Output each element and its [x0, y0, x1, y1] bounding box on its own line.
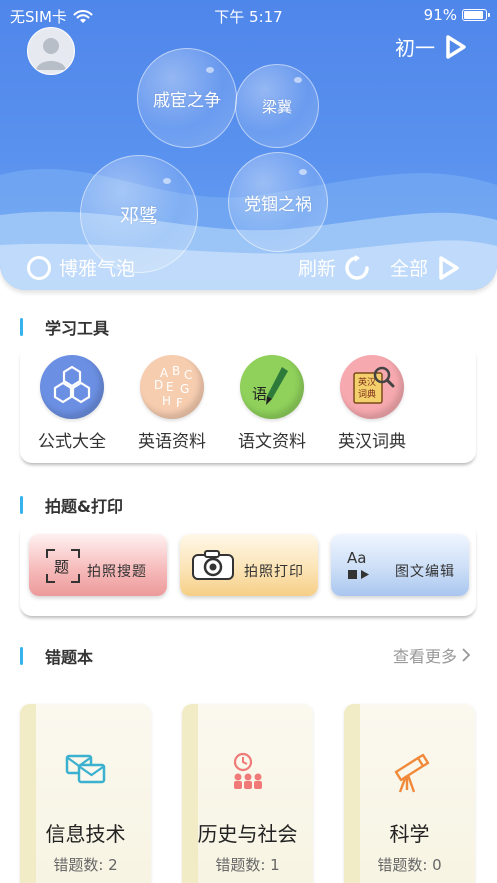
- photo-print-button[interactable]: 拍照打印: [180, 534, 318, 596]
- svg-text:F: F: [176, 396, 183, 410]
- status-bar: 无SIM卡 下午 5:17 91%: [0, 0, 497, 30]
- image-text-edit-button[interactable]: Aa 图文编辑: [331, 534, 469, 596]
- section-accent-bar: [20, 496, 23, 514]
- tool-dictionary[interactable]: 英汉 词典 英汉词典: [327, 355, 417, 452]
- photo-label: 拍照搜题: [87, 564, 147, 580]
- view-more-link[interactable]: 查看更多: [393, 643, 471, 667]
- bubble-toolbar: 博雅气泡 刷新 全部: [0, 250, 497, 284]
- clock: 下午 5:17: [214, 8, 283, 26]
- clock-people-icon: [182, 752, 313, 796]
- book-name: 信息技术: [45, 822, 126, 846]
- svg-text:语: 语: [252, 385, 267, 403]
- svg-text:D: D: [154, 378, 163, 392]
- brush-chinese-icon: 语: [240, 355, 304, 419]
- tool-chinese[interactable]: 语 语文资料: [227, 355, 317, 452]
- wrong-book-info-tech[interactable]: 信息技术 错题数: 2: [20, 704, 151, 883]
- tool-label: 英汉词典: [338, 432, 406, 452]
- svg-text:E: E: [166, 380, 174, 394]
- letters-english-icon: ABC DEG HF: [140, 355, 204, 419]
- section-title-photo: 拍题&打印: [20, 493, 123, 517]
- hexagon-formula-icon: [40, 355, 104, 419]
- svg-text:H: H: [162, 394, 171, 408]
- battery-icon: [462, 9, 490, 21]
- photo-search-button[interactable]: 题 拍照搜题: [29, 534, 167, 596]
- tool-label: 英语资料: [138, 432, 206, 452]
- tools-card: 公式大全 ABC DEG HF 英语资料 语 语文资料 英汉 词典 英汉词典: [20, 345, 476, 463]
- bubble-title: 博雅气泡: [27, 254, 135, 281]
- svg-text:G: G: [180, 382, 189, 396]
- tool-label: 语文资料: [238, 432, 306, 452]
- svg-text:B: B: [172, 364, 180, 378]
- svg-text:词典: 词典: [358, 388, 376, 400]
- refresh-button[interactable]: 刷新: [298, 254, 370, 281]
- section-accent-bar: [20, 318, 23, 336]
- tool-label: 公式大全: [38, 432, 106, 452]
- bubble-label: 梁冀: [261, 97, 292, 116]
- all-button[interactable]: 全部: [390, 254, 460, 281]
- avatar[interactable]: [27, 27, 75, 75]
- chevron-right-icon: [462, 648, 471, 662]
- play-triangle-icon: [439, 255, 459, 280]
- bubble-item[interactable]: 党锢之祸: [228, 152, 328, 252]
- tool-formula[interactable]: 公式大全: [27, 355, 117, 452]
- battery-percent: 91%: [423, 6, 457, 24]
- bubble-item[interactable]: 梁冀: [235, 64, 319, 148]
- refresh-icon: [345, 254, 369, 280]
- bubble-label: 戚宦之争: [153, 90, 221, 111]
- grade-label: 初一: [395, 36, 435, 60]
- section-accent-bar: [20, 647, 23, 665]
- grade-selector[interactable]: 初一: [395, 32, 467, 61]
- telescope-icon: [344, 752, 475, 798]
- text-image-edit-icon: Aa: [347, 549, 369, 579]
- play-triangle-icon: [446, 34, 466, 59]
- user-avatar-icon: [36, 38, 66, 70]
- book-count: 错题数: 2: [53, 856, 118, 874]
- ring-icon: [27, 255, 51, 280]
- section-title-wrong: 错题本: [20, 644, 93, 668]
- book-count: 错题数: 1: [215, 856, 280, 874]
- svg-text:题: 题: [54, 558, 69, 576]
- book-count: 错题数: 0: [377, 856, 442, 874]
- photo-label: 拍照打印: [244, 564, 304, 580]
- svg-text:Aa: Aa: [347, 549, 366, 567]
- book-name: 科学: [389, 822, 430, 846]
- camera-icon: [192, 550, 234, 580]
- svg-text:英汉: 英汉: [358, 376, 376, 388]
- dictionary-icon: 英汉 词典: [340, 355, 404, 419]
- envelopes-icon: [20, 752, 151, 790]
- section-title-tools: 学习工具: [20, 315, 109, 339]
- svg-text:C: C: [184, 368, 192, 382]
- photo-label: 图文编辑: [395, 564, 455, 580]
- wrong-book-history[interactable]: 历史与社会 错题数: 1: [182, 704, 313, 883]
- bubble-label: 党锢之祸: [244, 194, 312, 215]
- bubble-header: 无SIM卡 下午 5:17 91% 初一 戚宦之争 梁冀 邓骘 党锢之祸 博雅气…: [0, 0, 497, 290]
- wrong-book-science[interactable]: 科学 错题数: 0: [344, 704, 475, 883]
- scan-question-icon: 题: [46, 549, 80, 583]
- bubble-item[interactable]: 戚宦之争: [137, 48, 237, 148]
- book-name: 历史与社会: [197, 822, 298, 846]
- bubble-label: 邓骘: [119, 204, 158, 227]
- tool-english[interactable]: ABC DEG HF 英语资料: [127, 355, 217, 452]
